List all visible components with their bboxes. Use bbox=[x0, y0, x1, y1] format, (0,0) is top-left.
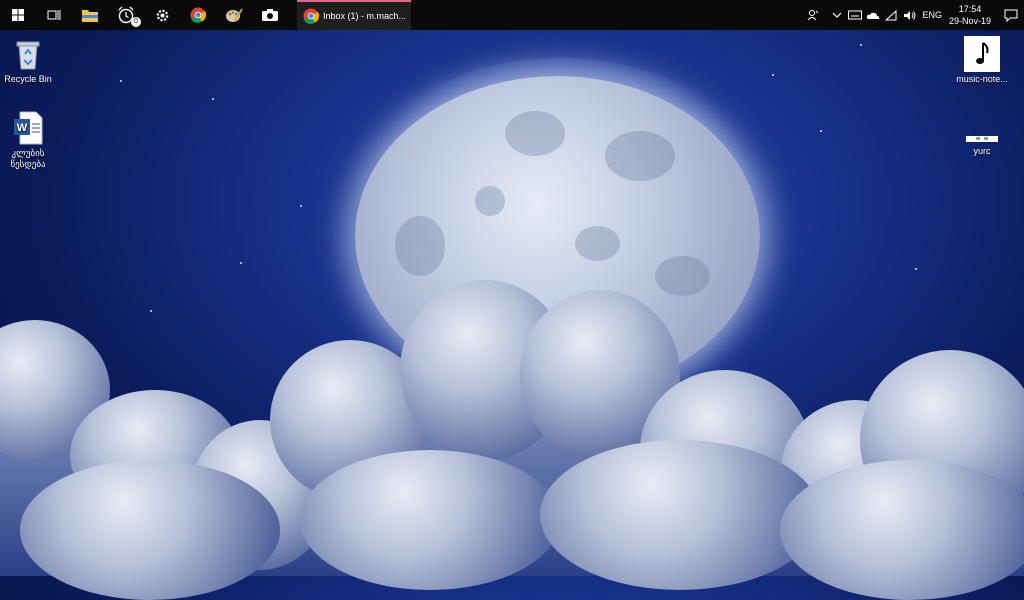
star bbox=[300, 205, 302, 207]
chevron-up-icon[interactable] bbox=[828, 0, 846, 30]
gear-icon bbox=[156, 9, 168, 21]
desktop-icon-label: music-note... bbox=[956, 74, 1008, 84]
camera-button[interactable] bbox=[252, 0, 288, 30]
star bbox=[860, 44, 862, 46]
settings-button[interactable] bbox=[144, 0, 180, 30]
clock-time: 17:54 bbox=[958, 4, 982, 14]
star bbox=[240, 262, 242, 264]
svg-text:W: W bbox=[17, 122, 28, 134]
moon-crater bbox=[605, 131, 675, 181]
star bbox=[772, 74, 774, 76]
cloud bbox=[780, 460, 1024, 600]
notification-icon bbox=[1004, 9, 1018, 22]
input-language-indicator[interactable]: ENG bbox=[922, 10, 942, 20]
desktop-icon-label: Recycle Bin bbox=[4, 74, 52, 84]
people-icon[interactable] bbox=[804, 0, 822, 30]
cloud bbox=[300, 450, 560, 590]
image-file-icon bbox=[964, 128, 1000, 144]
star bbox=[212, 98, 214, 100]
windows-logo-icon bbox=[12, 9, 24, 21]
chrome-icon bbox=[303, 8, 319, 24]
cloud bbox=[540, 440, 820, 590]
desktop-icon-label: yurc bbox=[973, 146, 991, 156]
cloud bbox=[20, 460, 280, 600]
file-explorer-button[interactable] bbox=[72, 0, 108, 30]
taskbar-app-label: Inbox (1) - m.mach... bbox=[323, 11, 407, 21]
paint-button[interactable] bbox=[216, 0, 252, 30]
star bbox=[150, 310, 152, 312]
action-center-button[interactable] bbox=[998, 0, 1024, 30]
moon-crater bbox=[575, 226, 620, 261]
desktop-icon-music-note[interactable]: music-note... bbox=[947, 36, 1017, 85]
task-view-button[interactable] bbox=[36, 0, 72, 30]
recycle-bin-icon bbox=[10, 36, 46, 72]
chrome-icon bbox=[190, 7, 206, 23]
star bbox=[120, 80, 122, 82]
moon-crater bbox=[395, 216, 445, 276]
desktop-icon-label: კლუბის წესდება bbox=[10, 148, 46, 169]
folder-icon bbox=[82, 10, 98, 22]
moon-crater bbox=[655, 256, 710, 296]
desktop-icon-word-document[interactable]: W კლუბის წესდება bbox=[0, 110, 63, 170]
wallpaper bbox=[0, 0, 1024, 600]
desktop-icon-yurc[interactable]: yurc bbox=[947, 128, 1017, 157]
keyboard-icon[interactable] bbox=[846, 0, 864, 30]
taskbar-app-chrome-inbox[interactable]: Inbox (1) - m.mach... bbox=[297, 0, 411, 30]
chrome-button[interactable] bbox=[180, 0, 216, 30]
taskbar: 0 Inbox (1) - m.mach... ENG 17:54 29-Nov… bbox=[0, 0, 1024, 30]
onedrive-cloud-icon[interactable] bbox=[864, 0, 882, 30]
clock-date: 29-Nov-19 bbox=[948, 16, 992, 26]
notification-badge: 0 bbox=[131, 17, 141, 27]
paint-palette-icon bbox=[226, 8, 243, 22]
system-tray: ENG 17:54 29-Nov-19 bbox=[804, 0, 1024, 30]
music-note-icon bbox=[964, 36, 1000, 72]
clock[interactable]: 17:54 29-Nov-19 bbox=[948, 3, 992, 27]
desktop-icon-recycle-bin[interactable]: Recycle Bin bbox=[0, 36, 63, 85]
alarms-button[interactable]: 0 bbox=[108, 0, 144, 30]
volume-icon[interactable] bbox=[900, 0, 918, 30]
star bbox=[915, 268, 917, 270]
camera-icon bbox=[262, 9, 278, 21]
moon-crater bbox=[475, 186, 505, 216]
task-view-icon bbox=[47, 10, 61, 20]
start-button[interactable] bbox=[0, 0, 36, 30]
moon-crater bbox=[505, 111, 565, 156]
word-document-icon: W bbox=[10, 110, 46, 146]
wifi-icon[interactable] bbox=[882, 0, 900, 30]
star bbox=[820, 130, 822, 132]
